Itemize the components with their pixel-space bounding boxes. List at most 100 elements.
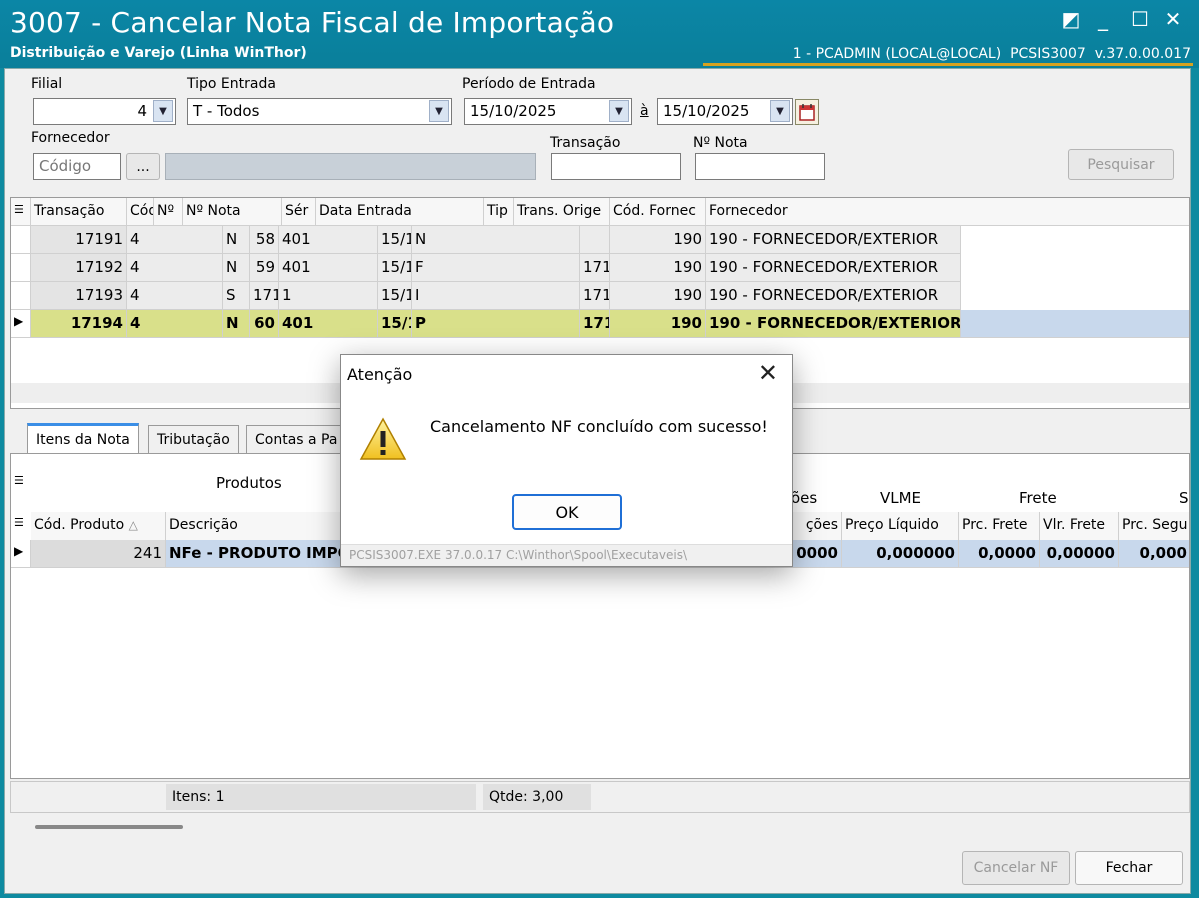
column-menu-icon[interactable]: ☰ bbox=[11, 198, 31, 226]
ok-button[interactable]: OK bbox=[512, 494, 622, 530]
header-preco-liquido[interactable]: Preço Líquido bbox=[842, 512, 959, 540]
table-row[interactable]: 171914N5840115/10/2025N190190 - FORNECED… bbox=[11, 226, 961, 254]
table-cell[interactable]: 190 bbox=[610, 226, 706, 254]
cell-cod-produto[interactable]: 241 bbox=[31, 540, 166, 568]
table-cell[interactable]: 17194 bbox=[31, 310, 127, 338]
table-cell[interactable]: 17192 bbox=[31, 254, 127, 282]
header-cell[interactable]: Nº bbox=[154, 198, 183, 226]
table-cell[interactable]: 401 bbox=[279, 254, 378, 282]
table-cell[interactable]: N bbox=[223, 310, 250, 338]
header-cell[interactable]: Sér bbox=[282, 198, 316, 226]
table-cell[interactable]: 17191 bbox=[580, 310, 610, 338]
close-button[interactable]: ✕ bbox=[1160, 6, 1186, 32]
tipo-entrada-select[interactable]: T - Todos bbox=[187, 98, 452, 125]
tipo-entrada-label: Tipo Entrada bbox=[187, 76, 276, 92]
cell-prc-frete[interactable]: 0,0000 bbox=[959, 540, 1040, 568]
header-prc-seguro[interactable]: Prc. Segu bbox=[1119, 512, 1189, 540]
table-cell[interactable]: 401 bbox=[279, 226, 378, 254]
table-cell[interactable]: 4 bbox=[127, 282, 223, 310]
table-cell[interactable]: 190 bbox=[610, 282, 706, 310]
table-row[interactable]: 171924N5940115/10/2025F17191190190 - FOR… bbox=[11, 254, 961, 282]
header-cod-produto[interactable]: Cód. Produto △ bbox=[31, 512, 166, 540]
table-cell[interactable]: 58 bbox=[250, 226, 279, 254]
nnota-label: Nº Nota bbox=[693, 135, 748, 151]
table-cell[interactable]: F bbox=[412, 254, 580, 282]
table-cell[interactable]: P bbox=[412, 310, 580, 338]
header-cell[interactable]: Tip bbox=[484, 198, 514, 226]
table-cell[interactable]: 190 - FORNECEDOR/EXTERIOR bbox=[706, 254, 961, 282]
maximize-button[interactable]: ☐ bbox=[1127, 6, 1153, 32]
header-cell[interactable]: Fornecedor bbox=[706, 198, 1189, 226]
table-cell[interactable]: 190 - FORNECEDOR/EXTERIOR bbox=[706, 226, 961, 254]
table-cell[interactable]: N bbox=[223, 254, 250, 282]
header-prc-frete[interactable]: Prc. Frete bbox=[959, 512, 1040, 540]
nnota-input[interactable] bbox=[695, 153, 825, 180]
table-row[interactable]: ▶171944N6040115/10/2025P17191190190 - FO… bbox=[11, 310, 1189, 338]
table-cell[interactable]: 4 bbox=[127, 310, 223, 338]
table-cell[interactable]: 190 - FORNECEDOR/EXTERIOR bbox=[706, 310, 961, 338]
table-cell[interactable]: 190 - FORNECEDOR/EXTERIOR bbox=[706, 282, 961, 310]
table-cell[interactable]: 4 bbox=[127, 254, 223, 282]
chevron-down-icon[interactable]: ▼ bbox=[609, 100, 629, 122]
header-cell[interactable]: Transação bbox=[31, 198, 127, 226]
table-cell[interactable]: 15/10/2025 bbox=[378, 226, 412, 254]
table-cell[interactable]: S bbox=[223, 282, 250, 310]
header-cell[interactable]: Nº Nota bbox=[183, 198, 282, 226]
fornecedor-nome-field bbox=[165, 153, 536, 180]
table-cell[interactable]: 190 bbox=[610, 310, 706, 338]
periodo-inicio-field[interactable]: 15/10/2025 bbox=[464, 98, 632, 125]
table-cell[interactable]: 15/10/2025 bbox=[378, 254, 412, 282]
title-bar: 3007 - Cancelar Nota Fiscal de Importaçã… bbox=[0, 0, 1199, 68]
table-cell[interactable]: N bbox=[223, 226, 250, 254]
column-menu-icon[interactable]: ☰ bbox=[14, 474, 24, 487]
header-cell[interactable]: Trans. Orige bbox=[514, 198, 610, 226]
table-cell[interactable]: 17192 bbox=[580, 282, 610, 310]
fornecedor-codigo-input[interactable]: Código bbox=[33, 153, 121, 180]
horizontal-scrollbar[interactable] bbox=[35, 825, 183, 829]
chevron-down-icon[interactable]: ▼ bbox=[770, 100, 790, 122]
header-vlr-frete[interactable]: Vlr. Frete bbox=[1040, 512, 1119, 540]
tab-contas-a-pagar[interactable]: Contas a Pa bbox=[246, 425, 347, 453]
table-cell[interactable] bbox=[580, 226, 610, 254]
table-cell[interactable]: N bbox=[412, 226, 580, 254]
minimize-button[interactable]: _ bbox=[1090, 6, 1116, 32]
table-row[interactable]: 171934S17193115/10/2025I17192190190 - FO… bbox=[11, 282, 961, 310]
cancelar-nf-button[interactable]: Cancelar NF bbox=[962, 851, 1070, 885]
table-cell[interactable]: 17193 bbox=[31, 282, 127, 310]
table-cell[interactable]: 15/10/2025 bbox=[378, 282, 412, 310]
fechar-button[interactable]: Fechar bbox=[1075, 851, 1183, 885]
header-cell[interactable]: Cód bbox=[127, 198, 154, 226]
table-cell[interactable]: 4 bbox=[127, 226, 223, 254]
transacao-input[interactable] bbox=[551, 153, 681, 180]
tab-itens-da-nota[interactable]: Itens da Nota bbox=[27, 423, 139, 453]
calendar-icon[interactable] bbox=[795, 99, 819, 125]
table-cell[interactable]: 17193 bbox=[250, 282, 279, 310]
cell-prc-seguro[interactable]: 0,000 bbox=[1119, 540, 1189, 568]
table-cell[interactable]: 15/10/2025 bbox=[378, 310, 412, 338]
header-cell[interactable]: Cód. Fornec bbox=[610, 198, 706, 226]
close-icon[interactable]: ✕ bbox=[758, 359, 778, 387]
cell-preco-liquido[interactable]: 0,000000 bbox=[842, 540, 959, 568]
fornecedor-lookup-button[interactable]: ... bbox=[126, 153, 160, 180]
pesquisar-button[interactable]: Pesquisar bbox=[1068, 149, 1174, 180]
table-cell[interactable]: 60 bbox=[250, 310, 279, 338]
row-indicator-icon: ▶ bbox=[11, 540, 31, 568]
row-indicator bbox=[11, 254, 31, 282]
chevron-down-icon[interactable]: ▼ bbox=[429, 100, 449, 122]
group-header: Frete bbox=[1019, 489, 1057, 507]
table-cell[interactable]: 190 bbox=[610, 254, 706, 282]
group-header: S bbox=[1179, 489, 1189, 507]
tab-tributacao[interactable]: Tributação bbox=[148, 425, 239, 453]
restore-icon[interactable]: ◩ bbox=[1058, 6, 1084, 32]
table-cell[interactable]: 59 bbox=[250, 254, 279, 282]
table-cell[interactable]: 401 bbox=[279, 310, 378, 338]
table-cell[interactable]: 17191 bbox=[580, 254, 610, 282]
table-cell[interactable]: 17191 bbox=[31, 226, 127, 254]
table-cell[interactable]: 1 bbox=[279, 282, 378, 310]
table-cell[interactable]: I bbox=[412, 282, 580, 310]
chevron-down-icon[interactable]: ▼ bbox=[153, 100, 173, 122]
window-subtitle: Distribuição e Varejo (Linha WinThor) bbox=[10, 45, 307, 61]
header-cell[interactable]: Data Entrada bbox=[316, 198, 484, 226]
column-menu-icon[interactable]: ☰ bbox=[14, 516, 24, 529]
cell-vlr-frete[interactable]: 0,00000 bbox=[1040, 540, 1119, 568]
